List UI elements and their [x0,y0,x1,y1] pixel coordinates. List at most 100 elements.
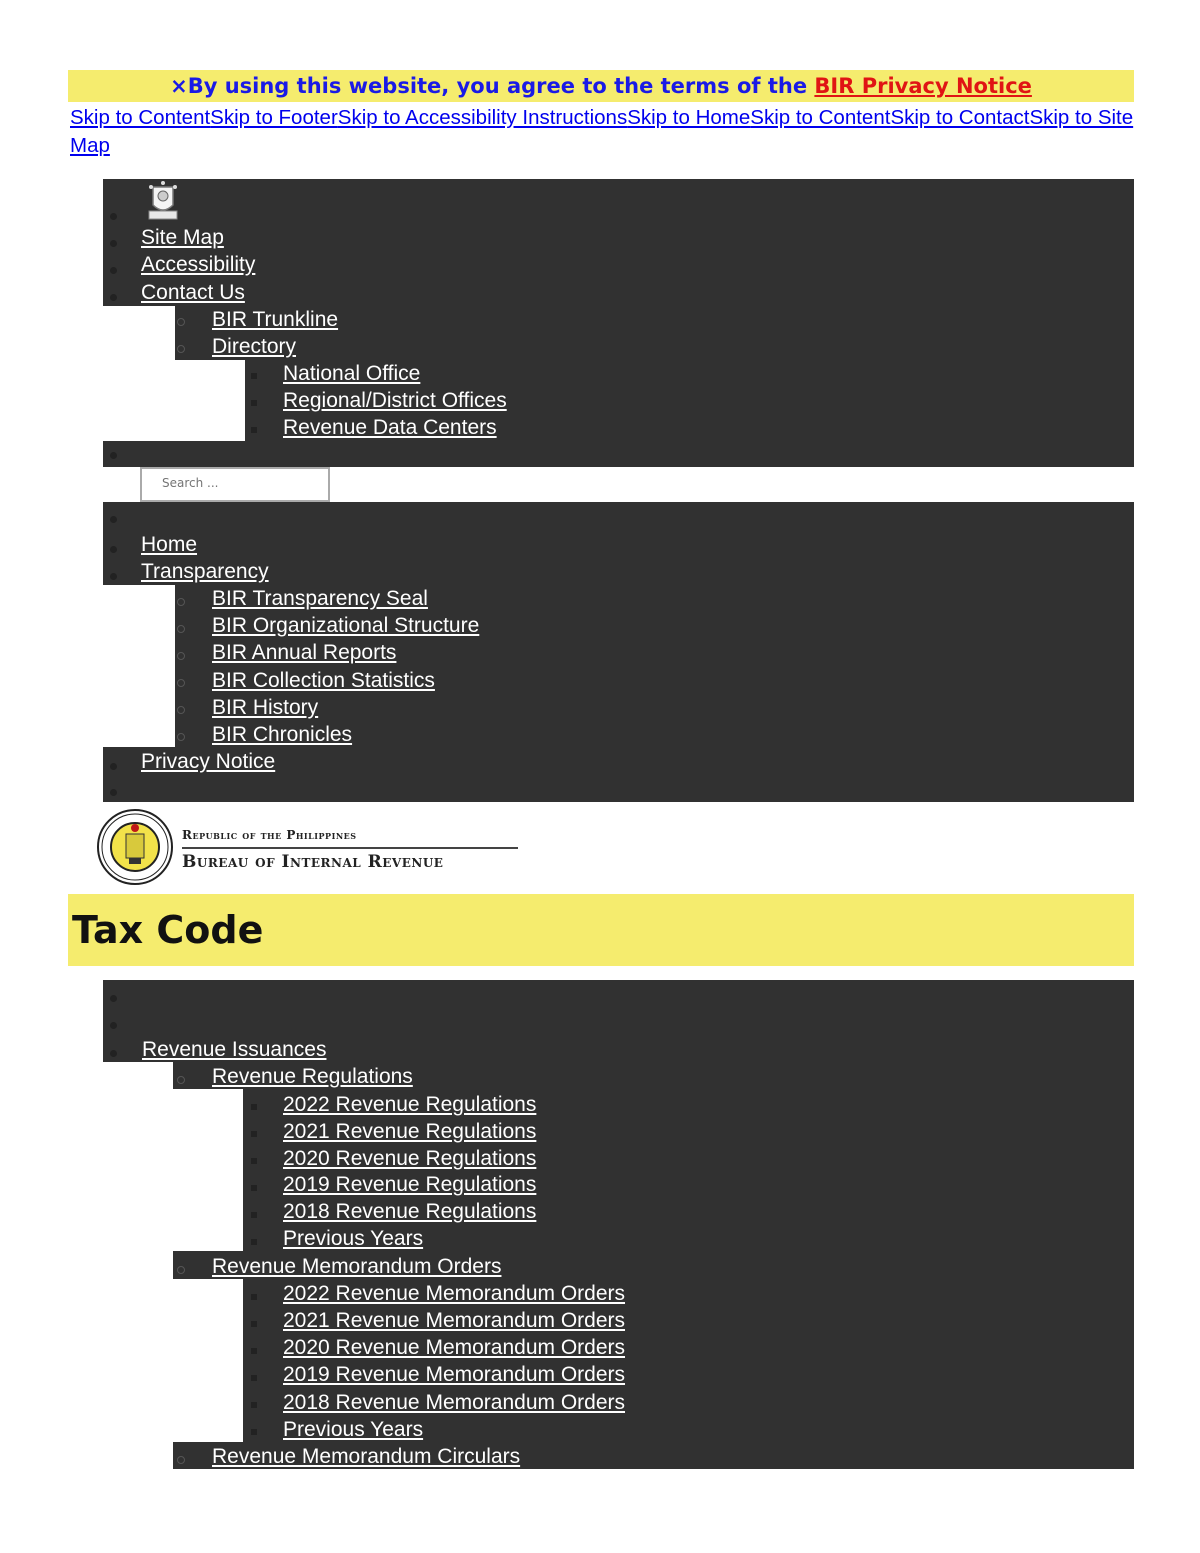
list-bullet [110,789,117,796]
list-bullet [110,516,117,523]
list-bullet [251,1158,257,1164]
list-bullet [110,573,117,580]
nav-item-rr-2018[interactable]: 2018 Revenue Regulations [283,1198,536,1225]
list-bullet [251,1212,257,1218]
bir-brand[interactable]: Republic of the Philippines Bureau of In… [96,808,536,888]
nav-item-bir-history[interactable]: BIR History [212,694,318,721]
list-bullet [177,652,185,660]
list-bullet [251,373,257,379]
list-bullet [251,1131,257,1137]
list-bullet [177,625,185,633]
nav-item-revenue-memorandum-orders[interactable]: Revenue Memorandum Orders [212,1253,501,1280]
nav-item-rr-2022[interactable]: 2022 Revenue Regulations [283,1091,536,1118]
nav-item-rmo-2021[interactable]: 2021 Revenue Memorandum Orders [283,1307,625,1334]
nav-item-revenue-regulations[interactable]: Revenue Regulations [212,1063,413,1090]
skip-to-accessibility-link[interactable]: Skip to Accessibility Instructions [338,106,627,129]
page-title: Tax Code [72,908,264,952]
list-bullet [251,1294,257,1300]
search-input[interactable] [160,475,334,491]
list-bullet [251,1239,257,1245]
nav-item-bir-chronicles[interactable]: BIR Chronicles [212,721,352,748]
nav-item-privacy-notice[interactable]: Privacy Notice [141,748,275,775]
bir-seal-icon [97,809,173,885]
list-bullet [177,679,185,687]
list-bullet [251,1321,257,1327]
nav-indent [103,1062,173,1469]
list-bullet [177,733,185,741]
search-box[interactable] [140,467,334,502]
brand-republic-text: Republic of the Philippines [182,828,357,842]
nav-item-accessibility[interactable]: Accessibility [141,251,255,278]
nav-item-national-office[interactable]: National Office [283,360,420,387]
list-bullet [251,1348,257,1354]
nav-item-contact-us[interactable]: Contact Us [141,279,245,306]
skip-to-contact-link[interactable]: Skip to Contact [890,106,1029,129]
skip-to-content-link[interactable]: Skip to Content [70,106,210,129]
nav-item-home[interactable]: Home [141,531,197,558]
close-notice-icon[interactable]: × [170,74,188,98]
nav-indent [103,467,140,502]
list-bullet [251,427,257,433]
nav-item-rmo-previous-years[interactable]: Previous Years [283,1416,423,1443]
list-bullet [177,1266,185,1274]
nav-item-organizational-structure[interactable]: BIR Organizational Structure [212,612,479,639]
list-bullet [110,294,117,301]
skip-to-home-link[interactable]: Skip to Home [627,106,750,129]
nav-item-directory[interactable]: Directory [212,333,296,360]
nav-item-rr-2020[interactable]: 2020 Revenue Regulations [283,1145,536,1172]
nav-item-regional-district-offices[interactable]: Regional/District Offices [283,387,507,414]
nav-item-revenue-issuances[interactable]: Revenue Issuances [142,1036,326,1063]
list-bullet [251,1104,257,1110]
nav-item-transparency[interactable]: Transparency [141,558,269,585]
nav-indent [175,360,245,441]
list-bullet [177,598,185,606]
skip-to-footer-link[interactable]: Skip to Footer [210,106,338,129]
nav-indent [103,306,175,441]
nav-item-rr-2021[interactable]: 2021 Revenue Regulations [283,1118,536,1145]
list-bullet [110,1022,117,1029]
nav-item-rr-previous-years[interactable]: Previous Years [283,1225,423,1252]
nav-item-revenue-data-centers[interactable]: Revenue Data Centers [283,414,497,441]
nav-item-rmo-2018[interactable]: 2018 Revenue Memorandum Orders [283,1389,625,1416]
privacy-notice-bar: ×By using this website, you agree to the… [68,70,1134,102]
list-bullet [251,1185,257,1191]
list-bullet [110,763,117,770]
list-bullet [110,452,117,459]
list-bullet [177,318,185,326]
list-bullet [177,706,185,714]
list-bullet [110,240,117,247]
list-bullet [251,400,257,406]
nav-item-rmo-2022[interactable]: 2022 Revenue Memorandum Orders [283,1280,625,1307]
nav-item-rmo-2019[interactable]: 2019 Revenue Memorandum Orders [283,1361,625,1388]
nav-item-rr-2019[interactable]: 2019 Revenue Regulations [283,1171,536,1198]
list-bullet [110,213,117,220]
philippine-seal-icon[interactable] [143,181,183,223]
nav-indent [330,467,1134,502]
skip-links: Skip to ContentSkip to FooterSkip to Acc… [70,104,1136,160]
list-bullet [251,1429,257,1435]
list-bullet [251,1375,257,1381]
list-bullet [251,1402,257,1408]
brand-bureau-text: Bureau of Internal Revenue [182,852,444,872]
page-title-bar: Tax Code [68,894,1134,966]
list-bullet [110,995,117,1002]
list-bullet [177,345,185,353]
nav-item-transparency-seal[interactable]: BIR Transparency Seal [212,585,428,612]
nav-item-bir-trunkline[interactable]: BIR Trunkline [212,306,338,333]
privacy-notice-link[interactable]: BIR Privacy Notice [814,74,1032,98]
nav-item-collection-statistics[interactable]: BIR Collection Statistics [212,667,435,694]
list-bullet [177,1456,185,1464]
list-bullet [177,1076,185,1084]
nav-item-site-map[interactable]: Site Map [141,224,224,251]
nav-item-rmo-2020[interactable]: 2020 Revenue Memorandum Orders [283,1334,625,1361]
brand-divider [182,847,518,849]
list-bullet [110,1050,117,1057]
list-bullet [110,267,117,274]
notice-text: By using this website, you agree to the … [187,74,815,98]
nav-indent [173,1279,243,1442]
list-bullet [110,546,117,553]
nav-item-annual-reports[interactable]: BIR Annual Reports [212,639,396,666]
skip-to-content-link-2[interactable]: Skip to Content [750,106,890,129]
nav-indent [173,1089,243,1251]
nav-item-revenue-memorandum-circulars[interactable]: Revenue Memorandum Circulars [212,1443,520,1470]
